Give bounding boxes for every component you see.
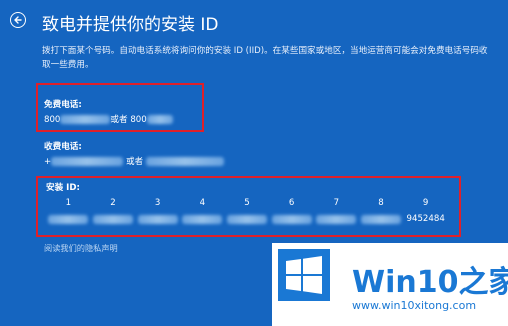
redacted-id-group xyxy=(271,214,312,224)
redacted-number xyxy=(145,157,224,166)
watermark-brand-suffix: 之家 xyxy=(458,265,508,300)
watermark-brand: Win10之家 xyxy=(352,257,508,301)
group-number: 2 xyxy=(110,198,116,208)
group-number: 1 xyxy=(65,198,72,208)
phone-connector: 或者 xyxy=(110,115,128,125)
free-phone-numbers: 800 或者 800 xyxy=(44,113,173,125)
watermark-brand-name: Win10 xyxy=(352,265,459,300)
redacted-number xyxy=(146,115,173,124)
group-number: 6 xyxy=(288,198,295,208)
redacted-id-group xyxy=(360,214,401,224)
group-number: 8 xyxy=(378,198,384,208)
install-id-label: 安装 ID: xyxy=(46,183,80,193)
group-number: 9 xyxy=(422,198,429,208)
back-button[interactable] xyxy=(10,12,26,28)
free-phone-number-2: 800 xyxy=(130,115,147,125)
paid-phone-number-1: + xyxy=(44,157,52,167)
install-id-group-numbers: 1 2 3 4 5 6 7 8 9 xyxy=(46,198,448,208)
redacted-id-group xyxy=(226,214,267,224)
windows-logo-icon xyxy=(278,249,330,301)
phone-connector: 或者 xyxy=(125,157,144,167)
redacted-id-group xyxy=(316,214,357,224)
watermark-logo: Win10之家 www.win10xitong.com xyxy=(272,243,508,326)
group-number: 3 xyxy=(154,198,161,208)
free-phone-label: 免费电话: xyxy=(44,100,82,110)
redacted-id-group xyxy=(182,214,223,224)
group-number: 7 xyxy=(333,198,340,208)
instructions-text: 拨打下面某个号码。自动电话系统将询问你的安装 ID (IID)。在某些国家或地区… xyxy=(42,46,488,70)
paid-phone-numbers: + 或者 xyxy=(44,155,224,167)
redacted-id-group xyxy=(92,214,133,224)
redacted-number xyxy=(51,157,124,166)
install-id-values: 9452484 xyxy=(46,214,448,224)
arrow-left-icon xyxy=(14,16,22,24)
install-id-last-group: 9452484 xyxy=(406,214,445,224)
free-phone-number-1: 800 xyxy=(44,115,61,125)
group-number: 4 xyxy=(199,198,206,208)
page-title: 致电并提供你的安装 ID xyxy=(42,15,219,35)
redacted-number xyxy=(60,115,111,124)
group-number: 5 xyxy=(244,198,250,208)
watermark-url: www.win10xitong.com xyxy=(352,299,477,312)
redacted-id-group xyxy=(48,214,89,224)
redacted-id-group xyxy=(137,214,178,224)
paid-phone-label: 收费电话: xyxy=(44,142,82,152)
privacy-statement-link[interactable]: 阅读我们的隐私声明 xyxy=(44,242,118,254)
